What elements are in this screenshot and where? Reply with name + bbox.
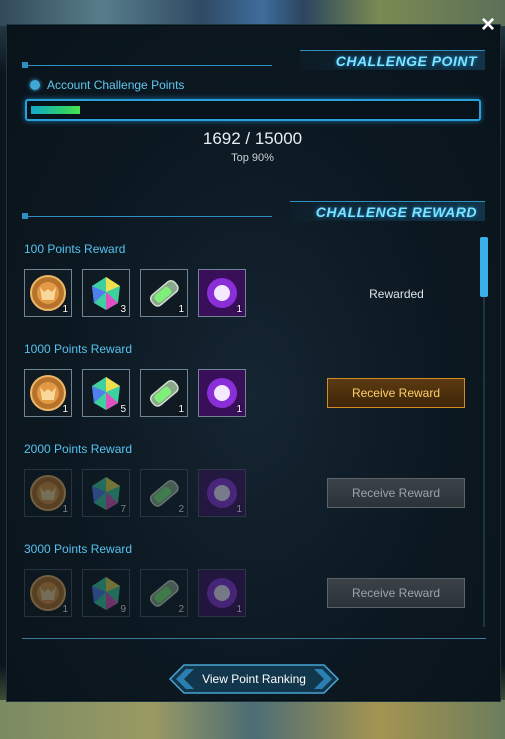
header-plate-top-line: [300, 50, 485, 51]
reward-items-row: 1 7 2 1: [24, 469, 246, 517]
account-points-label: Account Challenge Points: [47, 78, 185, 92]
item-quantity: 1: [236, 504, 242, 515]
reward-status: Rewarded: [369, 287, 424, 301]
view-point-ranking-label: View Point Ranking: [202, 672, 306, 686]
tier-label: 3000 Points Reward: [24, 542, 133, 556]
item-quantity: 1: [236, 604, 242, 615]
reward-item[interactable]: 3: [82, 269, 130, 317]
item-quantity: 1: [236, 404, 242, 415]
tier-label: 2000 Points Reward: [24, 442, 133, 456]
header-plate-top-line: [290, 201, 485, 202]
item-quantity: 2: [178, 604, 184, 615]
tier-label: 1000 Points Reward: [24, 342, 133, 356]
item-quantity: 7: [120, 504, 126, 515]
reward-item[interactable]: 1: [140, 369, 188, 417]
background-scene-bottom: [0, 700, 505, 739]
reward-item[interactable]: 2: [140, 469, 188, 517]
reward-item[interactable]: 7: [82, 469, 130, 517]
reward-items-row: 1 5 1 1: [24, 369, 246, 417]
footer-divider: [22, 638, 486, 639]
item-quantity: 1: [178, 404, 184, 415]
challenge-reward-header: CHALLENGE REWARD: [0, 201, 505, 225]
close-button[interactable]: ×: [477, 12, 499, 38]
reward-item[interactable]: 1: [24, 569, 72, 617]
view-point-ranking-button[interactable]: View Point Ranking: [168, 663, 340, 695]
points-progress-bar: [25, 99, 481, 121]
item-quantity: 1: [178, 304, 184, 315]
item-quantity: 1: [62, 604, 68, 615]
item-quantity: 1: [62, 404, 68, 415]
header-line: [22, 216, 272, 217]
background-scene-top: [0, 0, 505, 26]
reward-items-row: 1 9 2 1: [24, 569, 246, 617]
receive-reward-button[interactable]: Receive Reward: [327, 478, 465, 508]
reward-item[interactable]: 1: [24, 369, 72, 417]
bullet-icon: [30, 80, 40, 90]
item-quantity: 2: [178, 504, 184, 515]
reward-items-row: 1 3 1 1: [24, 269, 246, 317]
section-title-challenge-point: CHALLENGE POINT: [335, 53, 477, 69]
account-points-row: Account Challenge Points: [30, 77, 184, 93]
reward-item[interactable]: 1: [198, 569, 246, 617]
reward-item[interactable]: 1: [198, 269, 246, 317]
item-quantity: 3: [120, 304, 126, 315]
reward-item[interactable]: 2: [140, 569, 188, 617]
reward-item[interactable]: 1: [24, 269, 72, 317]
reward-item[interactable]: 1: [24, 469, 72, 517]
item-quantity: 9: [120, 604, 126, 615]
item-quantity: 1: [236, 304, 242, 315]
section-title-challenge-reward: CHALLENGE REWARD: [315, 204, 477, 220]
scroll-thumb[interactable]: [480, 237, 488, 297]
reward-item[interactable]: 5: [82, 369, 130, 417]
tier-label: 100 Points Reward: [24, 242, 126, 256]
reward-item[interactable]: 9: [82, 569, 130, 617]
challenge-point-header: CHALLENGE POINT: [0, 50, 505, 74]
reward-item[interactable]: 1: [140, 269, 188, 317]
progress-fill: [31, 106, 80, 114]
points-score: 1692 / 15000: [202, 129, 303, 148]
item-quantity: 5: [120, 404, 126, 415]
item-quantity: 1: [62, 304, 68, 315]
header-line: [22, 65, 272, 66]
item-quantity: 1: [62, 504, 68, 515]
receive-reward-button[interactable]: Receive Reward: [327, 578, 465, 608]
points-rank: Top 90%: [231, 152, 274, 164]
reward-item[interactable]: 1: [198, 369, 246, 417]
reward-list-scrollbar[interactable]: [480, 237, 488, 627]
reward-item[interactable]: 1: [198, 469, 246, 517]
receive-reward-button[interactable]: Receive Reward: [327, 378, 465, 408]
